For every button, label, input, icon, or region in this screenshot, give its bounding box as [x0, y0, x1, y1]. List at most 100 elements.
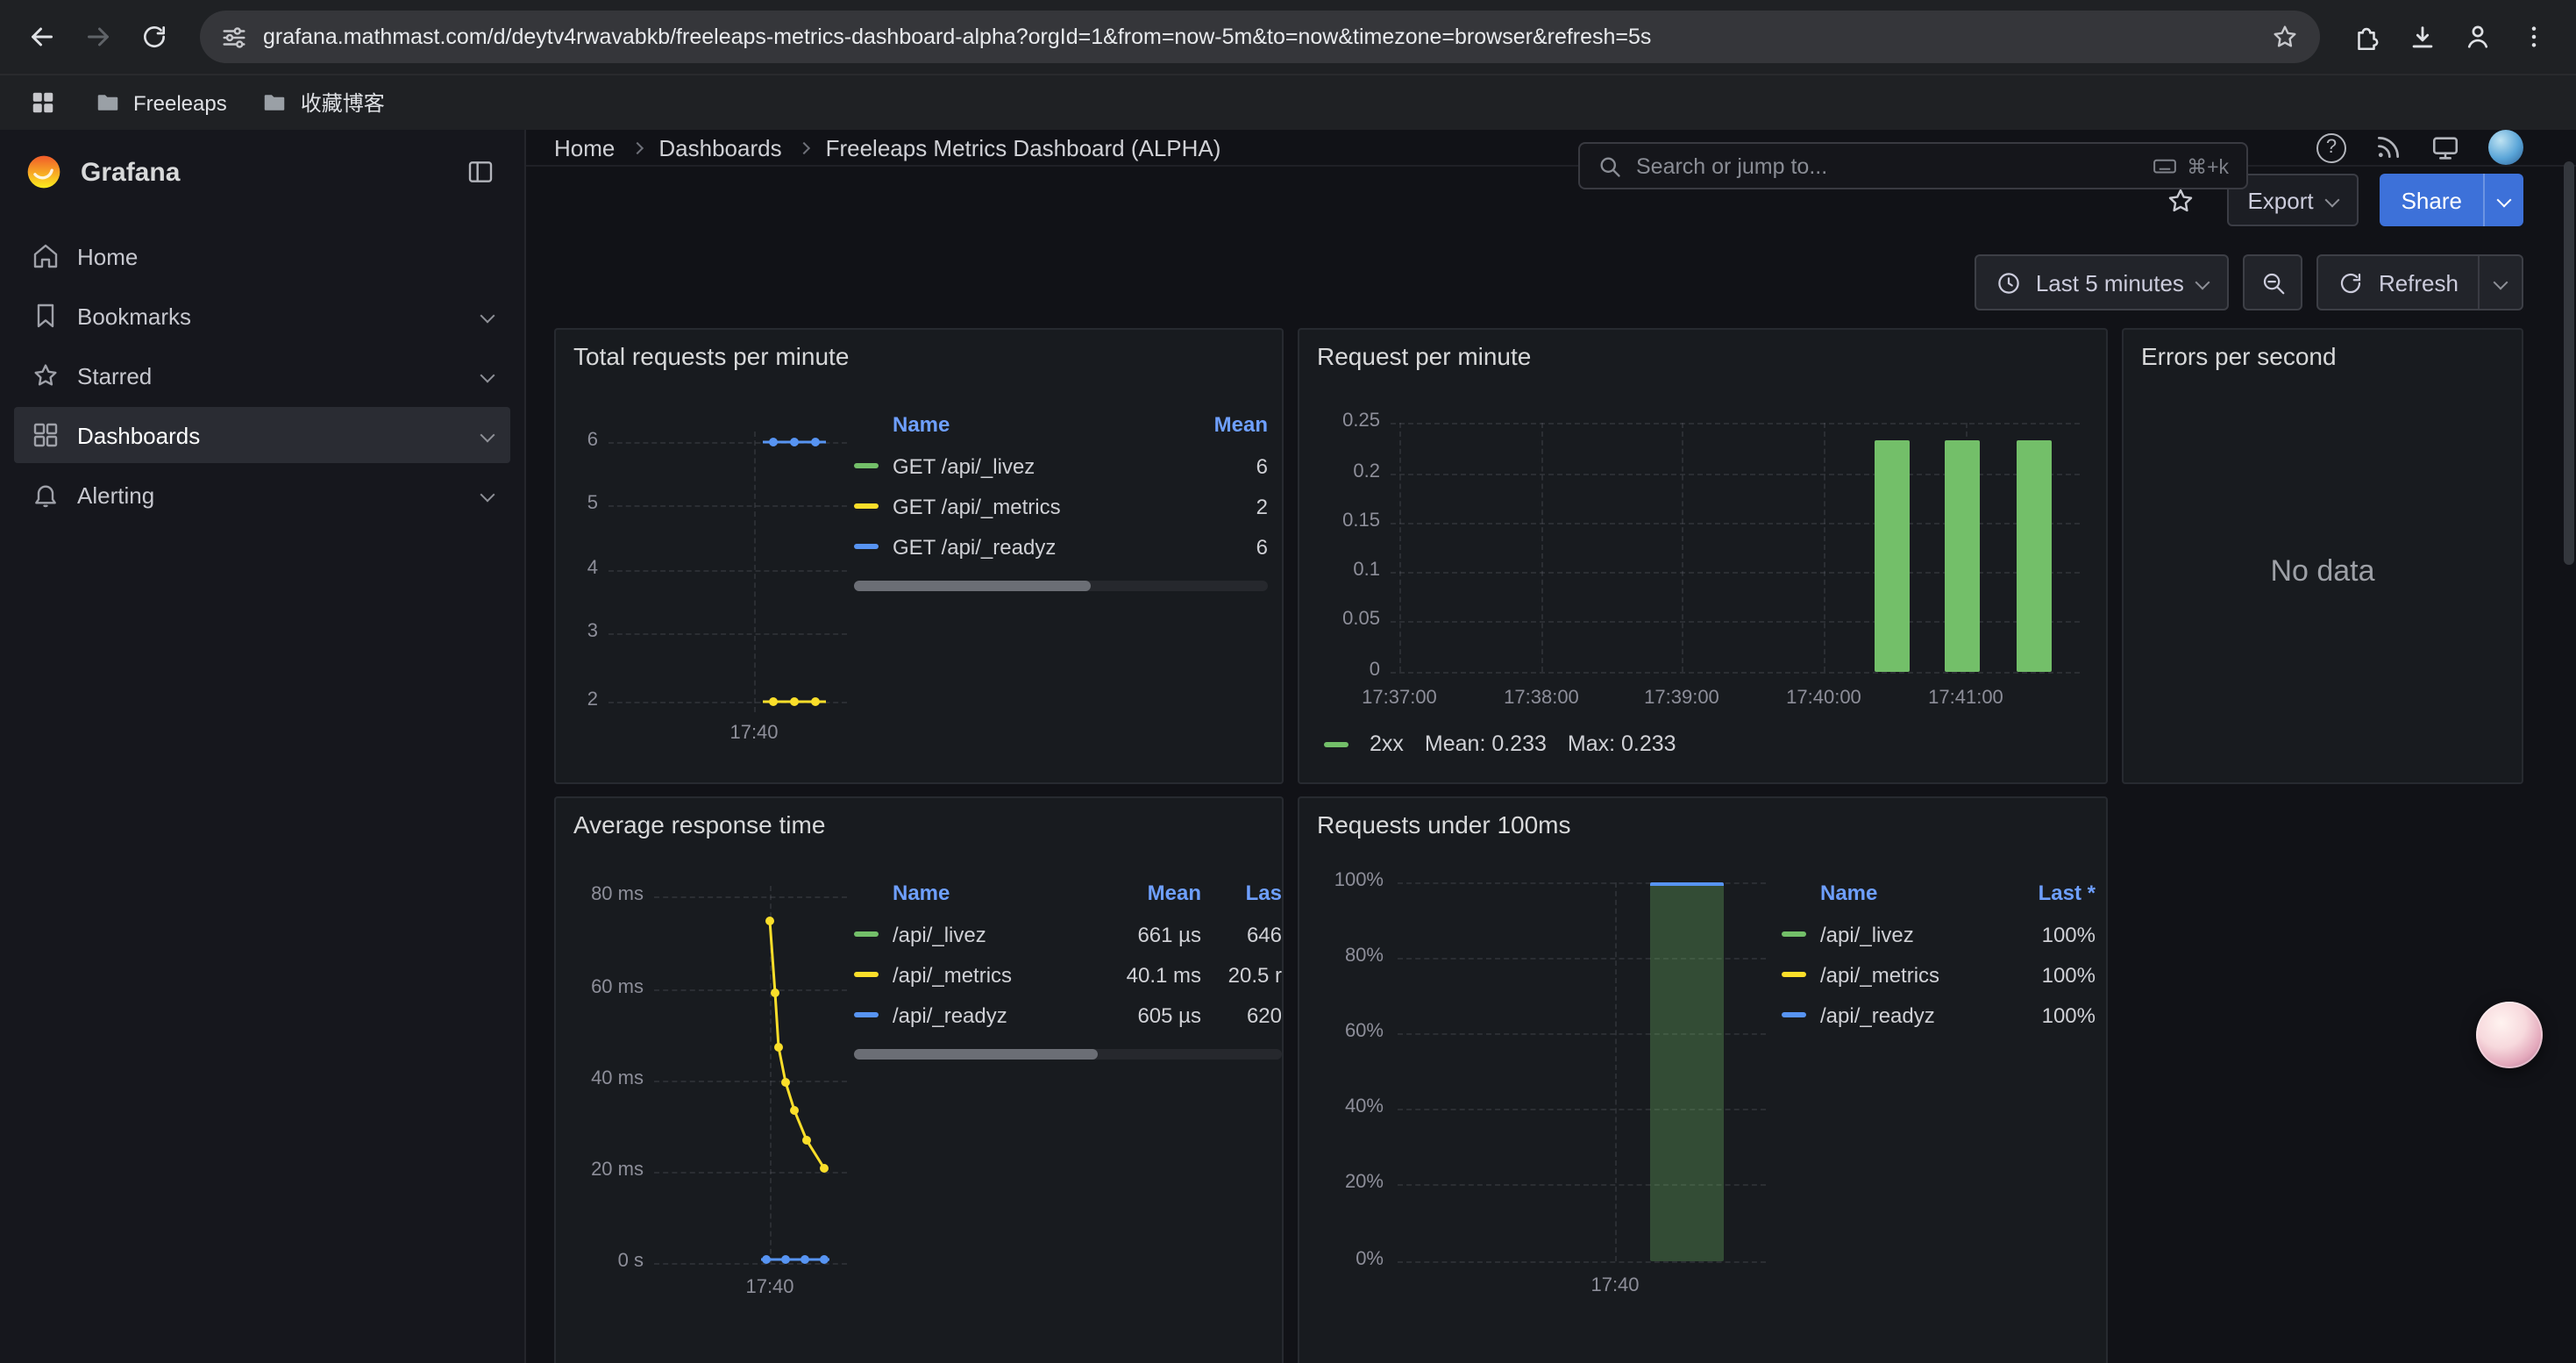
- panel-row-2: Average response time 80 ms 60 ms 40 ms …: [554, 796, 2523, 1363]
- scrollbar-thumb[interactable]: [2564, 161, 2574, 565]
- bookmark-folder-blogs[interactable]: 收藏博客: [262, 88, 385, 118]
- forward-icon: [82, 21, 114, 53]
- legend-row[interactable]: /api/_metrics 100%: [1782, 954, 2096, 995]
- sidebar-item-home[interactable]: Home: [14, 228, 510, 284]
- legend-col-last[interactable]: Las: [1201, 881, 1282, 905]
- series-name[interactable]: /api/_livez: [893, 922, 1099, 946]
- browser-toolbar: grafana.mathmast.com/d/deytv4rwavabkb/fr…: [0, 0, 2576, 74]
- series-name[interactable]: /api/_readyz: [893, 1003, 1099, 1027]
- sidebar-item-dashboards[interactable]: Dashboards: [14, 407, 510, 463]
- share-label[interactable]: Share: [2380, 174, 2483, 226]
- main-area: Home Dashboards Freeleaps Metrics Dashbo…: [526, 130, 2576, 1363]
- window-scrollbar[interactable]: [2564, 140, 2574, 1363]
- legend-row[interactable]: GET /api/_metrics 2: [854, 486, 1268, 526]
- series-mean: Mean: 0.233: [1425, 731, 1547, 756]
- address-bar[interactable]: grafana.mathmast.com/d/deytv4rwavabkb/fr…: [200, 11, 2320, 63]
- series-name[interactable]: 2xx: [1370, 731, 1404, 756]
- browser-reload-button[interactable]: [130, 12, 179, 61]
- panel-title[interactable]: Requests under 100ms: [1317, 810, 1571, 838]
- bar-2xx[interactable]: [1875, 440, 1910, 672]
- user-avatar[interactable]: [2488, 130, 2523, 165]
- bookmark-folder-freeleaps[interactable]: Freeleaps: [95, 89, 227, 116]
- panel-requests-under-100ms: Requests under 100ms 100% 80% 60% 40% 20…: [1298, 796, 2108, 1363]
- legend-row[interactable]: /api/_readyz 100%: [1782, 995, 2096, 1035]
- rss-icon[interactable]: [2374, 133, 2402, 161]
- legend-row[interactable]: GET /api/_readyz 6: [854, 526, 1268, 567]
- bar-2xx[interactable]: [2017, 440, 2052, 672]
- legend-col-last[interactable]: Last *: [1997, 881, 2096, 905]
- legend-col-mean[interactable]: Mean: [1166, 412, 1268, 437]
- browser-forward-button[interactable]: [74, 12, 123, 61]
- share-menu-button[interactable]: [2483, 174, 2523, 226]
- x-tick: 17:37:00: [1343, 688, 1455, 709]
- dashboard-panels: Total requests per minute 6 5 4 3 2: [554, 328, 2523, 1363]
- refresh-button[interactable]: Refresh: [2319, 256, 2478, 309]
- panel-title[interactable]: Errors per second: [2141, 342, 2337, 370]
- series-name[interactable]: /api/_livez: [1820, 922, 1997, 946]
- sidebar-item-label: Bookmarks: [77, 303, 465, 329]
- series-mean: 6: [1166, 453, 1268, 478]
- refresh-interval-button[interactable]: [2478, 256, 2522, 309]
- time-range-picker[interactable]: Last 5 minutes: [1975, 254, 2230, 310]
- search-shortcut: ⌘+k: [2152, 153, 2229, 179]
- chevron-down-icon: [480, 428, 495, 443]
- series-name[interactable]: GET /api/_metrics: [893, 494, 1166, 518]
- help-icon[interactable]: ?: [2316, 132, 2346, 162]
- series-swatch: [1782, 972, 1806, 977]
- sidebar-item-alerting[interactable]: Alerting: [14, 467, 510, 523]
- sidebar-item-starred[interactable]: Starred: [14, 347, 510, 403]
- legend-scrollbar[interactable]: [854, 1049, 1282, 1060]
- x-tick: 17:40: [698, 723, 810, 744]
- extensions-button[interactable]: [2341, 12, 2390, 61]
- browser-profile-button[interactable]: [2453, 12, 2502, 61]
- series-swatch: [854, 972, 879, 977]
- share-button[interactable]: Share: [2380, 174, 2523, 226]
- monitor-icon[interactable]: [2430, 132, 2460, 162]
- downloads-button[interactable]: [2397, 12, 2446, 61]
- panel-title[interactable]: Request per minute: [1317, 342, 1531, 370]
- series-name[interactable]: /api/_metrics: [893, 962, 1099, 987]
- legend-row[interactable]: /api/_livez 661 µs 646: [854, 914, 1282, 954]
- legend-col-name[interactable]: Name: [893, 412, 1166, 437]
- browser-menu-button[interactable]: [2509, 12, 2558, 61]
- star-icon: [32, 361, 60, 389]
- legend-col-name[interactable]: Name: [893, 881, 1099, 905]
- search-input[interactable]: [1636, 153, 2138, 178]
- scrollbar-thumb[interactable]: [854, 581, 1090, 591]
- legend-row[interactable]: GET /api/_livez 6: [854, 446, 1268, 486]
- x-tick: 17:39:00: [1626, 688, 1738, 709]
- bookmark-icon: [32, 302, 60, 330]
- legend-row[interactable]: /api/_metrics 40.1 ms 20.5 r: [854, 954, 1282, 995]
- legend-header: Name Last *: [1782, 872, 2096, 914]
- url-text[interactable]: grafana.mathmast.com/d/deytv4rwavabkb/fr…: [263, 25, 2255, 49]
- bar-under-100ms[interactable]: [1650, 882, 1724, 1261]
- dock-menu-button[interactable]: [461, 153, 500, 191]
- series-mean: 2: [1166, 494, 1268, 518]
- series-name[interactable]: GET /api/_livez: [893, 453, 1166, 478]
- series-name[interactable]: /api/_readyz: [1820, 1003, 1997, 1027]
- legend-col-mean[interactable]: Mean: [1099, 881, 1201, 905]
- legend-scrollbar[interactable]: [854, 581, 1268, 591]
- series-swatch: [854, 463, 879, 468]
- grafana-logo: [25, 153, 63, 191]
- legend-col-name[interactable]: Name: [1820, 881, 1997, 905]
- breadcrumb-home[interactable]: Home: [554, 134, 615, 161]
- y-tick: 100%: [1310, 870, 1384, 891]
- search-bar[interactable]: ⌘+k: [1578, 142, 2248, 189]
- legend-row[interactable]: /api/_readyz 605 µs 620: [854, 995, 1282, 1035]
- sidebar-item-bookmarks[interactable]: Bookmarks: [14, 288, 510, 344]
- legend-row[interactable]: /api/_livez 100%: [1782, 914, 2096, 954]
- series-name[interactable]: /api/_metrics: [1820, 962, 1997, 987]
- scrollbar-thumb[interactable]: [854, 1049, 1098, 1060]
- series-name[interactable]: GET /api/_readyz: [893, 534, 1166, 559]
- bar-2xx[interactable]: [1945, 440, 1980, 672]
- bookmark-star-icon[interactable]: [2271, 23, 2299, 51]
- x-tick: 17:38:00: [1485, 688, 1598, 709]
- zoom-out-button[interactable]: [2244, 254, 2303, 310]
- apps-shortcut-button[interactable]: [25, 85, 60, 120]
- browser-back-button[interactable]: [18, 12, 67, 61]
- floating-assistant-avatar[interactable]: [2476, 1002, 2543, 1068]
- dashboards-grid-icon: [32, 421, 60, 449]
- bookmark-label: 收藏博客: [301, 88, 385, 118]
- breadcrumb-dashboards[interactable]: Dashboards: [658, 134, 781, 161]
